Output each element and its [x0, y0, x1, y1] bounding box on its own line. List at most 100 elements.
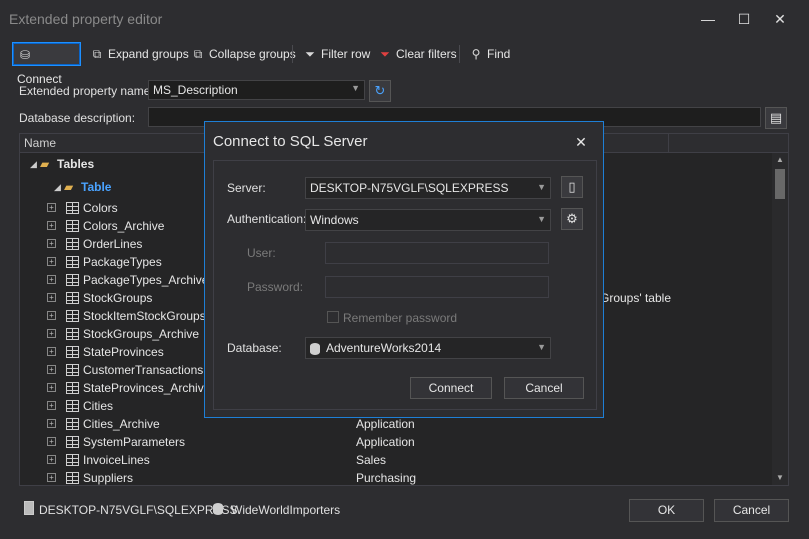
- vertical-scrollbar[interactable]: ▲ ▼: [772, 153, 788, 485]
- refresh-button[interactable]: ↻: [369, 80, 391, 102]
- expand-plus-icon[interactable]: +: [47, 221, 56, 230]
- row-name: Cities: [83, 399, 114, 413]
- ext-prop-label: Extended property name:: [19, 84, 154, 98]
- folder-icon: ▰: [40, 157, 50, 171]
- collapse-groups-button[interactable]: ⧉ Collapse groups: [186, 42, 296, 66]
- expand-plus-icon[interactable]: +: [47, 293, 56, 302]
- expand-plus-icon[interactable]: +: [47, 419, 56, 428]
- maximize-icon: ☐: [737, 11, 751, 27]
- connect-dialog: Connect to SQL Server ✕ Server: DESKTOP-…: [204, 121, 604, 418]
- expand-groups-label: Expand groups: [108, 47, 189, 61]
- dialog-title: Connect to SQL Server: [213, 133, 368, 150]
- ext-prop-value: MS_Description: [153, 83, 238, 97]
- expand-plus-icon[interactable]: +: [47, 329, 56, 338]
- row-name: SystemParameters: [83, 435, 186, 449]
- connect-button[interactable]: ⛁Connect: [12, 42, 81, 86]
- database-icon: [213, 501, 229, 515]
- row-name: PackageTypes_Archive: [83, 273, 209, 287]
- table-icon: [66, 364, 79, 376]
- authentication-dropdown[interactable]: Windows ▼: [305, 209, 551, 231]
- row-name: CustomerTransactions: [83, 363, 204, 377]
- dialog-body: Server: DESKTOP-N75VGLF\SQLEXPRESS ▼ ▯ A…: [213, 160, 597, 410]
- table-icon: [66, 220, 79, 232]
- connect-db-icon: ⛁: [19, 48, 31, 62]
- collapse-icon: ⧉: [193, 47, 203, 61]
- expand-plus-icon[interactable]: +: [47, 203, 56, 212]
- footer-server: DESKTOP-N75VGLF\SQLEXPRESS: [39, 503, 238, 517]
- expand-plus-icon[interactable]: +: [47, 347, 56, 356]
- row-name: Cities_Archive: [83, 417, 160, 431]
- search-icon: ⚲: [471, 47, 481, 61]
- table-row[interactable]: + SystemParameters Application: [20, 433, 772, 451]
- chevron-down-icon: ▼: [351, 83, 360, 93]
- table-icon: [66, 418, 79, 430]
- cancel-button[interactable]: Cancel: [714, 499, 789, 522]
- dialog-cancel-button[interactable]: Cancel: [504, 377, 584, 399]
- auth-settings-button[interactable]: ⚙: [561, 208, 583, 230]
- scroll-up-icon[interactable]: ▲: [776, 155, 784, 164]
- table-icon: [66, 472, 79, 484]
- gear-icon: ⚙: [566, 211, 578, 226]
- description-fragment: Groups' table: [600, 291, 671, 305]
- db-desc-label: Database description:: [19, 111, 136, 125]
- dialog-connect-button[interactable]: Connect: [410, 377, 492, 399]
- remember-password-checkbox[interactable]: [327, 311, 339, 323]
- expand-plus-icon[interactable]: +: [47, 383, 56, 392]
- expand-plus-icon[interactable]: +: [47, 257, 56, 266]
- expand-plus-icon[interactable]: +: [47, 455, 56, 464]
- expand-plus-icon[interactable]: +: [47, 473, 56, 482]
- server-icon: ▯: [568, 179, 576, 194]
- browse-server-button[interactable]: ▯: [561, 176, 583, 198]
- row-name: StockGroups_Archive: [83, 327, 200, 341]
- expand-plus-icon[interactable]: +: [47, 365, 56, 374]
- database-label: Database:: [227, 341, 282, 355]
- expand-plus-icon[interactable]: +: [47, 275, 56, 284]
- expand-plus-icon[interactable]: +: [47, 401, 56, 410]
- maximize-button[interactable]: ☐: [732, 8, 756, 30]
- minimize-icon: —: [701, 11, 715, 27]
- ext-prop-dropdown[interactable]: MS_Description ▼: [148, 80, 365, 100]
- password-label: Password:: [247, 280, 304, 294]
- find-button[interactable]: ⚲ Find: [464, 42, 511, 66]
- scroll-down-icon[interactable]: ▼: [776, 473, 784, 482]
- table-row[interactable]: + Suppliers Purchasing: [20, 469, 772, 485]
- database-dropdown[interactable]: AdventureWorks2014 ▼: [305, 337, 551, 359]
- edit-description-button[interactable]: ▤: [765, 107, 787, 129]
- scroll-thumb[interactable]: [775, 169, 785, 199]
- expand-plus-icon[interactable]: +: [47, 437, 56, 446]
- row-name: StateProvinces_Archive: [83, 381, 211, 395]
- row-name: Suppliers: [83, 471, 134, 485]
- minimize-button[interactable]: —: [696, 8, 720, 30]
- password-input[interactable]: [325, 276, 549, 298]
- row-name: StockItemStockGroups: [83, 309, 206, 323]
- chevron-down-icon: ▼: [537, 214, 546, 224]
- table-icon: [66, 400, 79, 412]
- filter-row-button[interactable]: ⏷ Filter row: [298, 42, 370, 66]
- find-label: Find: [487, 47, 511, 61]
- expand-groups-button[interactable]: ⧉ Expand groups: [85, 42, 189, 66]
- row-name: StockGroups: [83, 291, 153, 305]
- dialog-close-button[interactable]: ✕: [571, 132, 591, 152]
- row-name: OrderLines: [83, 237, 143, 251]
- server-icon: [24, 501, 34, 515]
- expand-plus-icon[interactable]: +: [47, 311, 56, 320]
- table-icon: [66, 310, 79, 322]
- filter-row-label: Filter row: [321, 47, 371, 61]
- table-row[interactable]: + InvoiceLines Sales: [20, 451, 772, 469]
- table-icon: [66, 382, 79, 394]
- expand-plus-icon[interactable]: +: [47, 239, 56, 248]
- subgroup-label: Table: [81, 180, 112, 194]
- user-input[interactable]: [325, 242, 549, 264]
- clear-filter-icon: ⏷: [380, 47, 390, 61]
- ok-button[interactable]: OK: [629, 499, 704, 522]
- refresh-icon: ↻: [374, 83, 386, 98]
- row-name: PackageTypes: [83, 255, 162, 269]
- clear-filters-button[interactable]: ⏷ Clear filters: [373, 42, 457, 66]
- user-label: User:: [247, 246, 276, 260]
- row-schema: Sales: [356, 453, 387, 467]
- close-window-button[interactable]: ✕: [768, 8, 792, 30]
- server-dropdown[interactable]: DESKTOP-N75VGLF\SQLEXPRESS ▼: [305, 177, 551, 199]
- row-name: Colors: [83, 201, 118, 215]
- close-icon: ✕: [774, 11, 786, 27]
- database-value: AdventureWorks2014: [326, 341, 442, 355]
